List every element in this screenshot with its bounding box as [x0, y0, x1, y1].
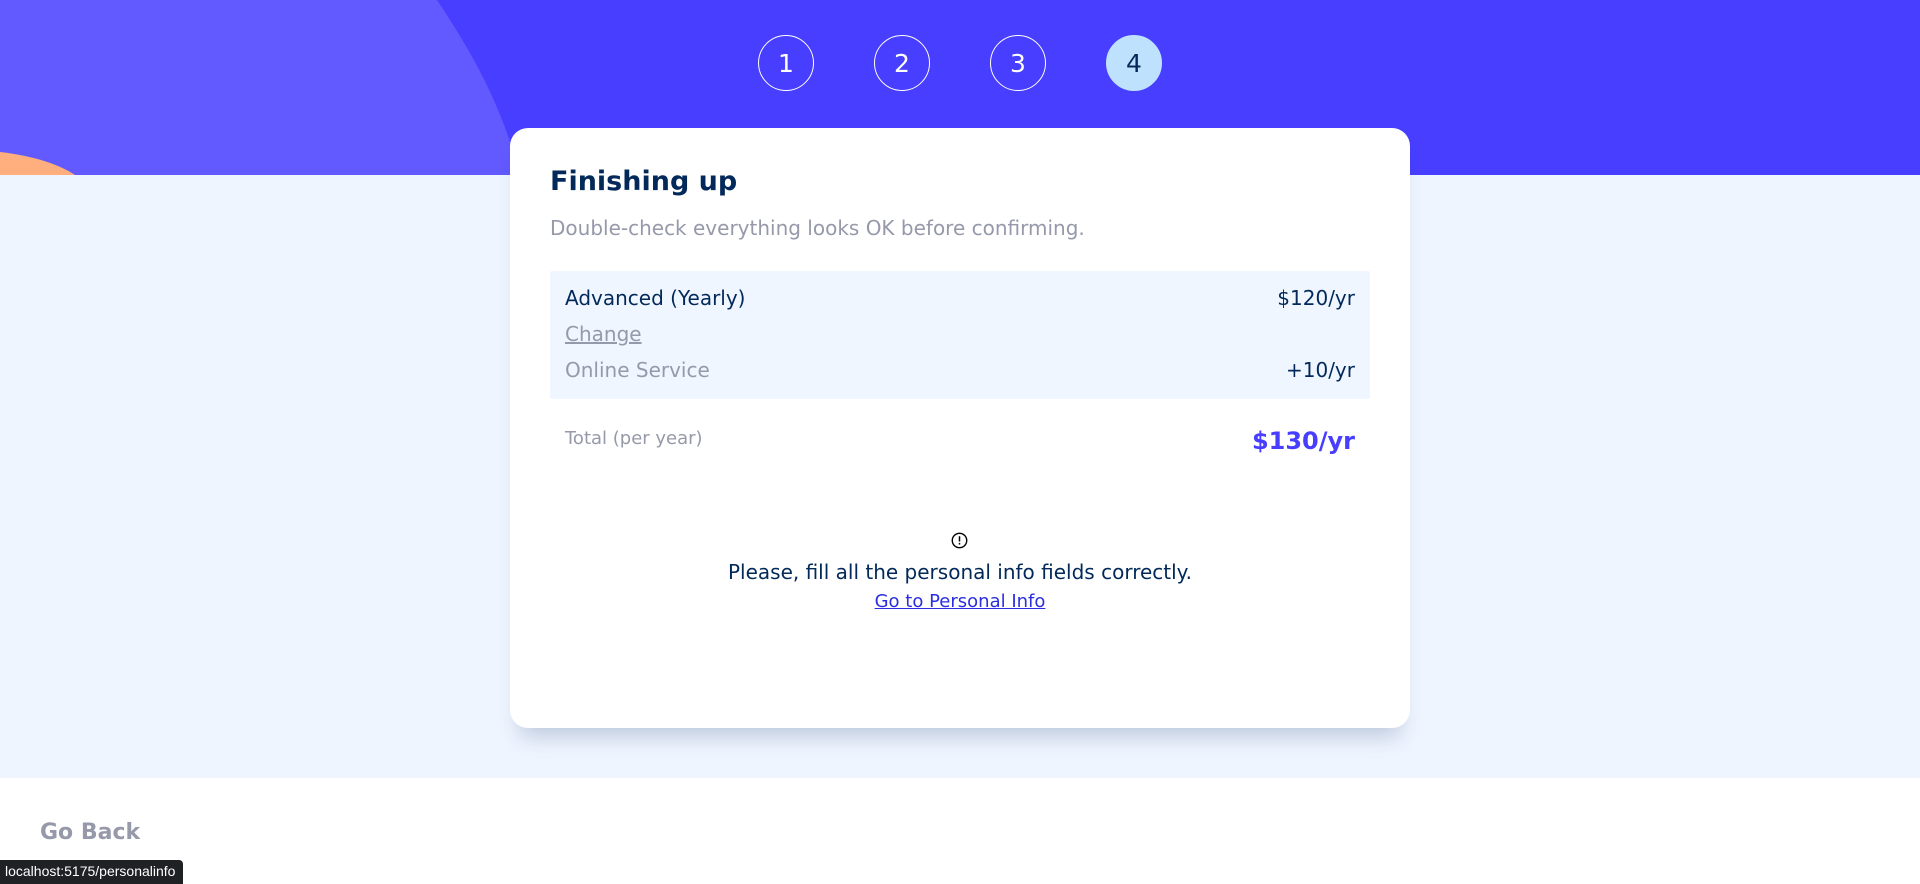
step-1[interactable]: 1 — [758, 35, 814, 91]
total-value: $130/yr — [1251, 427, 1355, 455]
go-back-button[interactable]: Go Back — [40, 820, 140, 845]
addon-price: +10/yr — [1285, 358, 1355, 382]
change-plan-link[interactable]: Change — [565, 322, 642, 346]
step-4-active[interactable]: 4 — [1106, 35, 1162, 91]
step-3[interactable]: 3 — [990, 35, 1046, 91]
addon-name: Online Service — [565, 358, 710, 382]
alert-link-row: Go to Personal Info — [510, 591, 1410, 612]
info-circle-icon — [951, 532, 968, 549]
step-2[interactable]: 2 — [874, 35, 930, 91]
plan-price: $120/yr — [1277, 286, 1355, 310]
alert-message: Please, fill all the personal info field… — [727, 560, 1193, 584]
plan-name: Advanced (Yearly) — [565, 286, 746, 310]
page-subtitle: Double-check everything looks OK before … — [550, 216, 1085, 240]
summary-card: Finishing up Double-check everything loo… — [510, 128, 1410, 728]
browser-status-url: localhost:5175/personalinfo — [0, 860, 184, 884]
step-indicator: 1 2 3 4 — [758, 35, 1162, 91]
total-label: Total (per year) — [565, 428, 703, 449]
order-summary: Advanced (Yearly) $120/yr Change Online … — [550, 271, 1370, 399]
go-to-personal-info-link[interactable]: Go to Personal Info — [875, 591, 1046, 612]
page-title: Finishing up — [550, 166, 738, 197]
